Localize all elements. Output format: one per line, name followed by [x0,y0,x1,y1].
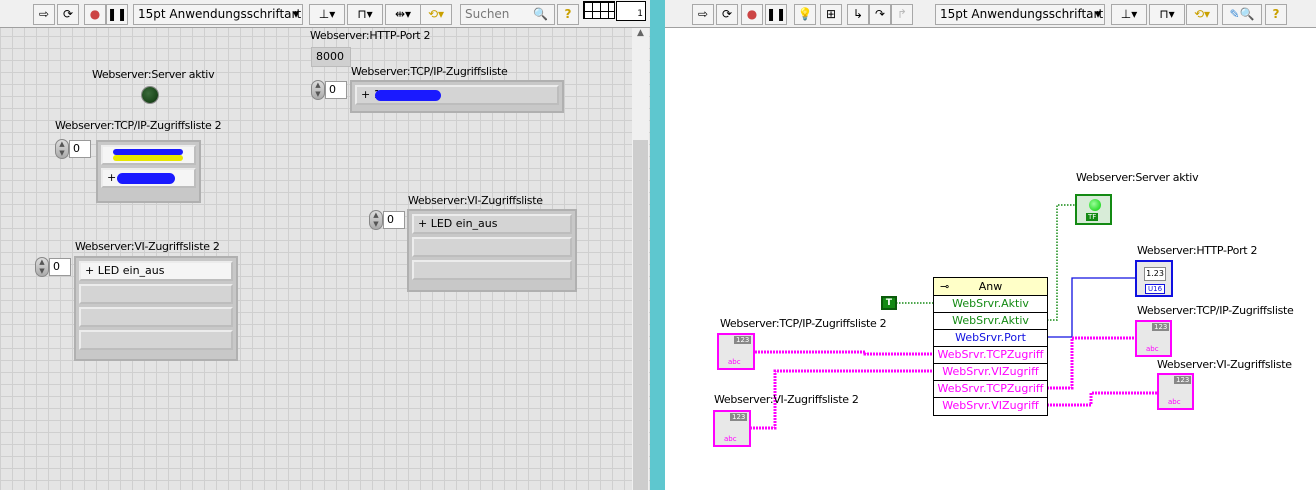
array-index-icon: 123 [730,413,748,421]
array-index-icon: 123 [1174,376,1192,384]
bd-vi-list2-label: Webserver:VI-Zugriffsliste 2 [714,393,859,406]
property-node-header[interactable]: ⊸ Anw [934,278,1047,296]
terminal-type: abc [1146,345,1159,353]
tcp-list2-terminal[interactable]: 123 abc [717,333,755,370]
wires [750,204,1157,430]
wire-tcp-list2[interactable] [755,350,933,356]
bd-tcp-list2-label: Webserver:TCP/IP-Zugriffsliste 2 [720,317,887,330]
terminal-type: abc [1168,398,1181,406]
terminal-type: TF [1086,213,1099,221]
vi-list-terminal[interactable]: 123 abc [1157,373,1194,410]
property-row[interactable]: WebSrvr.Aktiv [934,313,1047,330]
property-row[interactable]: WebSrvr.Aktiv [934,296,1047,313]
terminal-type: abc [728,358,741,366]
property-row[interactable]: WebSrvr.VIZugriff [934,364,1047,381]
server-aktiv-terminal[interactable]: TF [1075,194,1112,225]
bd-server-aktiv-label: Webserver:Server aktiv [1076,171,1199,184]
bd-http-port-label: Webserver:HTTP-Port 2 [1137,244,1258,257]
wire-boolean[interactable] [1047,204,1075,321]
bd-tcp-list-label: Webserver:TCP/IP-Zugriffsliste [1137,304,1294,317]
vi-list2-terminal[interactable]: 123 abc [713,410,751,447]
property-row[interactable]: WebSrvr.TCPZugriff [934,347,1047,364]
terminal-type: U16 [1145,284,1166,294]
numeric-display: 1.23 [1144,267,1166,281]
property-node[interactable]: ⊸ Anw WebSrvr.Aktiv WebSrvr.Aktiv WebSrvr.P… [933,277,1048,416]
http-port-terminal[interactable]: 1.23 U16 [1135,260,1173,297]
array-index-icon: 123 [1152,323,1170,331]
wire-port[interactable] [1047,277,1135,338]
property-node-title: Anw [978,280,1003,293]
property-row[interactable]: WebSrvr.TCPZugriff [934,381,1047,398]
true-constant[interactable]: T [881,296,897,310]
wire-vi-list[interactable] [1047,391,1157,407]
led-icon [1089,199,1101,211]
property-row[interactable]: WebSrvr.Port [934,330,1047,347]
array-index-icon: 123 [734,336,752,344]
bd-vi-list-label: Webserver:VI-Zugriffsliste [1157,358,1292,371]
tcp-list-terminal[interactable]: 123 abc [1135,320,1172,357]
terminal-type: abc [724,435,737,443]
wire-tcp-list[interactable] [1047,336,1135,390]
property-row[interactable]: WebSrvr.VIZugriff [934,398,1047,415]
reference-icon: ⊸ [940,280,950,293]
